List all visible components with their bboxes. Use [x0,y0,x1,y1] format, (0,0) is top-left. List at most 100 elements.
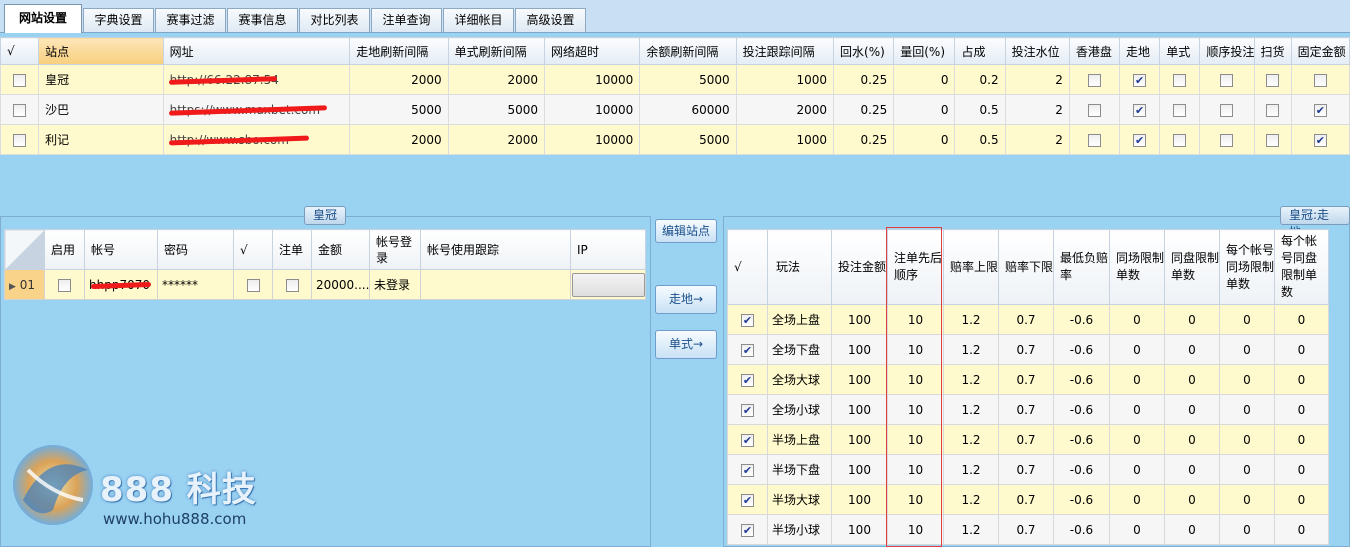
cell-share[interactable]: 0.5 [954,124,1006,155]
row-header[interactable]: ▶ 01 [4,269,45,300]
cell-level[interactable]: 2 [1004,124,1070,155]
cell-odds-max[interactable]: 1.2 [943,454,999,485]
col-rebate[interactable]: 回水(%) [833,37,895,65]
cell-timeout[interactable]: 10000 [543,64,641,95]
play-enable-checkbox[interactable]: ✔ [741,313,754,327]
live-checkbox[interactable]: ✔ [1133,103,1147,117]
cell-order[interactable]: 10 [887,484,944,515]
play-enable-checkbox[interactable]: ✔ [741,433,754,447]
tab-dictionary[interactable]: 字典设置 [83,8,154,32]
cell-amount[interactable]: 100 [831,454,888,485]
cell-rebate[interactable]: 0.25 [833,64,895,95]
col-odds-min[interactable]: 赔率下限 [998,229,1054,305]
cell-neg[interactable]: -0.6 [1053,514,1110,545]
hk-checkbox[interactable] [1087,103,1101,117]
cell-c4[interactable]: 0 [1274,304,1329,335]
cell-single-refresh[interactable]: 2000 [447,124,545,155]
play-row[interactable]: ✔ 全场上盘 100 10 1.2 0.7 -0.6 0 0 0 0 [727,304,1329,335]
col-account[interactable]: 帐号 [84,229,158,270]
cell-c3[interactable]: 0 [1219,424,1275,455]
col-timeout[interactable]: 网络超时 [543,37,641,65]
cell-c2[interactable]: 0 [1164,424,1220,455]
cell-odds-min[interactable]: 0.7 [998,364,1054,395]
play-enable-checkbox[interactable]: ✔ [741,403,754,417]
cell-c1[interactable]: 0 [1109,514,1165,545]
cell-order[interactable]: 10 [887,334,944,365]
live-arrow-button[interactable]: 走地→ [655,285,717,314]
play-row[interactable]: ✔ 全场小球 100 10 1.2 0.7 -0.6 0 0 0 0 [727,394,1329,425]
cell-c2[interactable]: 0 [1164,514,1220,545]
cell-track[interactable]: 1000 [735,64,835,95]
sweep-checkbox[interactable] [1266,103,1280,117]
cell-c4[interactable]: 0 [1274,514,1329,545]
col-same-market-limit[interactable]: 同盘限制单数 [1164,229,1220,305]
cell-odds-min[interactable]: 0.7 [998,484,1054,515]
cell-odds-min[interactable]: 0.7 [998,304,1054,335]
col-amount[interactable]: 金额 [311,229,370,270]
fixed-checkbox[interactable]: ✔ [1313,133,1327,147]
cell-order[interactable]: 10 [887,304,944,335]
cell-live-refresh[interactable]: 2000 [349,124,449,155]
cell-neg[interactable]: -0.6 [1053,364,1110,395]
play-enable-checkbox[interactable]: ✔ [741,463,754,477]
hk-checkbox[interactable] [1087,73,1101,87]
cell-live-refresh[interactable]: 2000 [349,64,449,95]
col-enabled[interactable]: 启用 [44,229,85,270]
tab-match-info[interactable]: 赛事信息 [227,8,298,32]
col-usage-track[interactable]: 帐号使用跟踪 [420,229,571,270]
cell-odds-min[interactable]: 0.7 [998,394,1054,425]
col-share[interactable]: 占成 [954,37,1006,65]
play-enable-checkbox[interactable]: ✔ [741,523,754,537]
col-min-neg-odds[interactable]: 最低负赔率 [1053,229,1110,305]
cell-level[interactable]: 2 [1004,94,1070,125]
cell-c1[interactable]: 0 [1109,334,1165,365]
order-checkbox[interactable] [1220,73,1234,87]
cell-track[interactable]: 1000 [735,124,835,155]
enabled-checkbox[interactable] [58,278,71,292]
col-balance-refresh[interactable]: 余额刷新间隔 [639,37,737,65]
cell-balance-refresh[interactable]: 60000 [639,94,737,125]
cell-amount[interactable]: 100 [831,304,888,335]
cell-odds-min[interactable]: 0.7 [998,334,1054,365]
cell-odds-min[interactable]: 0.7 [998,514,1054,545]
cell-back[interactable]: 0 [893,94,956,125]
live-checkbox[interactable]: ✔ [1133,73,1147,87]
cell-c4[interactable]: 0 [1274,364,1329,395]
single-arrow-button[interactable]: 单式→ [655,330,717,359]
cell-amount[interactable]: 100 [831,364,888,395]
col-ip[interactable]: IP [570,229,646,270]
col-order-bet[interactable]: 顺序投注 [1199,37,1255,65]
col-back[interactable]: 量回(%) [893,37,956,65]
single-checkbox[interactable] [1173,133,1187,147]
cell-c4[interactable]: 0 [1274,484,1329,515]
cell-c2[interactable]: 0 [1164,394,1220,425]
cell-track[interactable]: 2000 [735,94,835,125]
col-acct-market-limit[interactable]: 每个帐号同盘限制单数 [1274,229,1329,305]
tab-bet-query[interactable]: 注单查询 [371,8,442,32]
cell-neg[interactable]: -0.6 [1053,424,1110,455]
play-enable-checkbox[interactable]: ✔ [741,343,754,357]
cell-order[interactable]: 10 [887,514,944,545]
cell-rebate[interactable]: 0.25 [833,94,895,125]
cell-neg[interactable]: -0.6 [1053,304,1110,335]
col-same-match-limit[interactable]: 同场限制单数 [1109,229,1165,305]
cell-odds-min[interactable]: 0.7 [998,454,1054,485]
order-checkbox[interactable] [1220,103,1234,117]
tab-detail-account[interactable]: 详细帐目 [443,8,514,32]
cell-single-refresh[interactable]: 5000 [447,94,545,125]
cell-share[interactable]: 0.5 [954,94,1006,125]
col-single[interactable]: 单式 [1159,37,1201,65]
site-url-cell[interactable]: https://www.maxbet.com [162,94,351,125]
col-password[interactable]: 密码 [157,229,234,270]
cell-c3[interactable]: 0 [1219,394,1275,425]
single-checkbox[interactable] [1173,103,1187,117]
table-row[interactable]: ▶ 01 hhpp7070 ****** 20000.... 未登录 [4,269,646,300]
col-acct-check[interactable]: √ [233,229,273,270]
col-bet-order[interactable]: 注单先后顺序 [887,229,944,305]
cell-c1[interactable]: 0 [1109,364,1165,395]
cell-c1[interactable]: 0 [1109,304,1165,335]
cell-live-refresh[interactable]: 5000 [349,94,449,125]
cell-odds-max[interactable]: 1.2 [943,424,999,455]
cell-back[interactable]: 0 [893,64,956,95]
cell-neg[interactable]: -0.6 [1053,454,1110,485]
